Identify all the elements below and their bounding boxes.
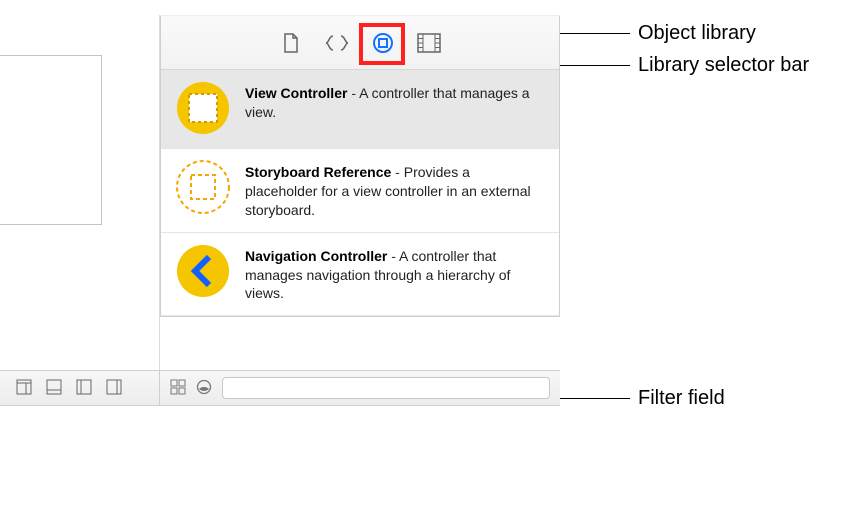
toolbar-icon[interactable] bbox=[16, 379, 32, 398]
media-library-tab[interactable] bbox=[413, 27, 445, 59]
toolbar-icon[interactable] bbox=[76, 379, 92, 398]
item-text: View Controller - A controller that mana… bbox=[245, 80, 545, 122]
bottom-bar bbox=[0, 370, 560, 406]
item-title: Navigation Controller bbox=[245, 248, 387, 264]
object-library-highlight bbox=[359, 23, 405, 65]
item-title: View Controller bbox=[245, 85, 347, 101]
view-controller-icon bbox=[175, 80, 231, 136]
filter-field[interactable] bbox=[222, 377, 550, 399]
dash: - bbox=[391, 248, 399, 264]
callout-library-selector-bar: Library selector bar bbox=[556, 54, 809, 77]
grid-view-toggle[interactable] bbox=[170, 379, 186, 398]
editor-area bbox=[0, 15, 160, 370]
code-snippet-tab[interactable] bbox=[321, 27, 353, 59]
editor-frame bbox=[0, 55, 102, 225]
item-text: Storyboard Reference - Provides a placeh… bbox=[245, 159, 545, 220]
callout-label: Object library bbox=[638, 22, 756, 45]
object-list: View Controller - A controller that mana… bbox=[161, 70, 559, 316]
item-text: Navigation Controller - A controller tha… bbox=[245, 243, 545, 304]
list-item[interactable]: Storyboard Reference - Provides a placeh… bbox=[161, 149, 559, 233]
list-item[interactable]: View Controller - A controller that mana… bbox=[161, 70, 559, 149]
item-title: Storyboard Reference bbox=[245, 164, 391, 180]
library-panel: View Controller - A controller that mana… bbox=[160, 15, 560, 317]
storyboard-reference-icon bbox=[175, 159, 231, 215]
list-item[interactable]: Navigation Controller - A controller tha… bbox=[161, 233, 559, 317]
bottom-left-icons bbox=[0, 371, 160, 405]
file-template-tab[interactable] bbox=[275, 27, 307, 59]
toolbar-icon[interactable] bbox=[106, 379, 122, 398]
white-cap bbox=[0, 406, 859, 532]
library-selector-bar bbox=[161, 16, 559, 70]
navigation-controller-icon bbox=[175, 243, 231, 299]
callout-label: Library selector bar bbox=[638, 54, 809, 77]
filter-scope-icon[interactable] bbox=[196, 379, 212, 398]
dash: - bbox=[395, 164, 404, 180]
dash: - bbox=[351, 85, 359, 101]
toolbar-icon[interactable] bbox=[46, 379, 62, 398]
